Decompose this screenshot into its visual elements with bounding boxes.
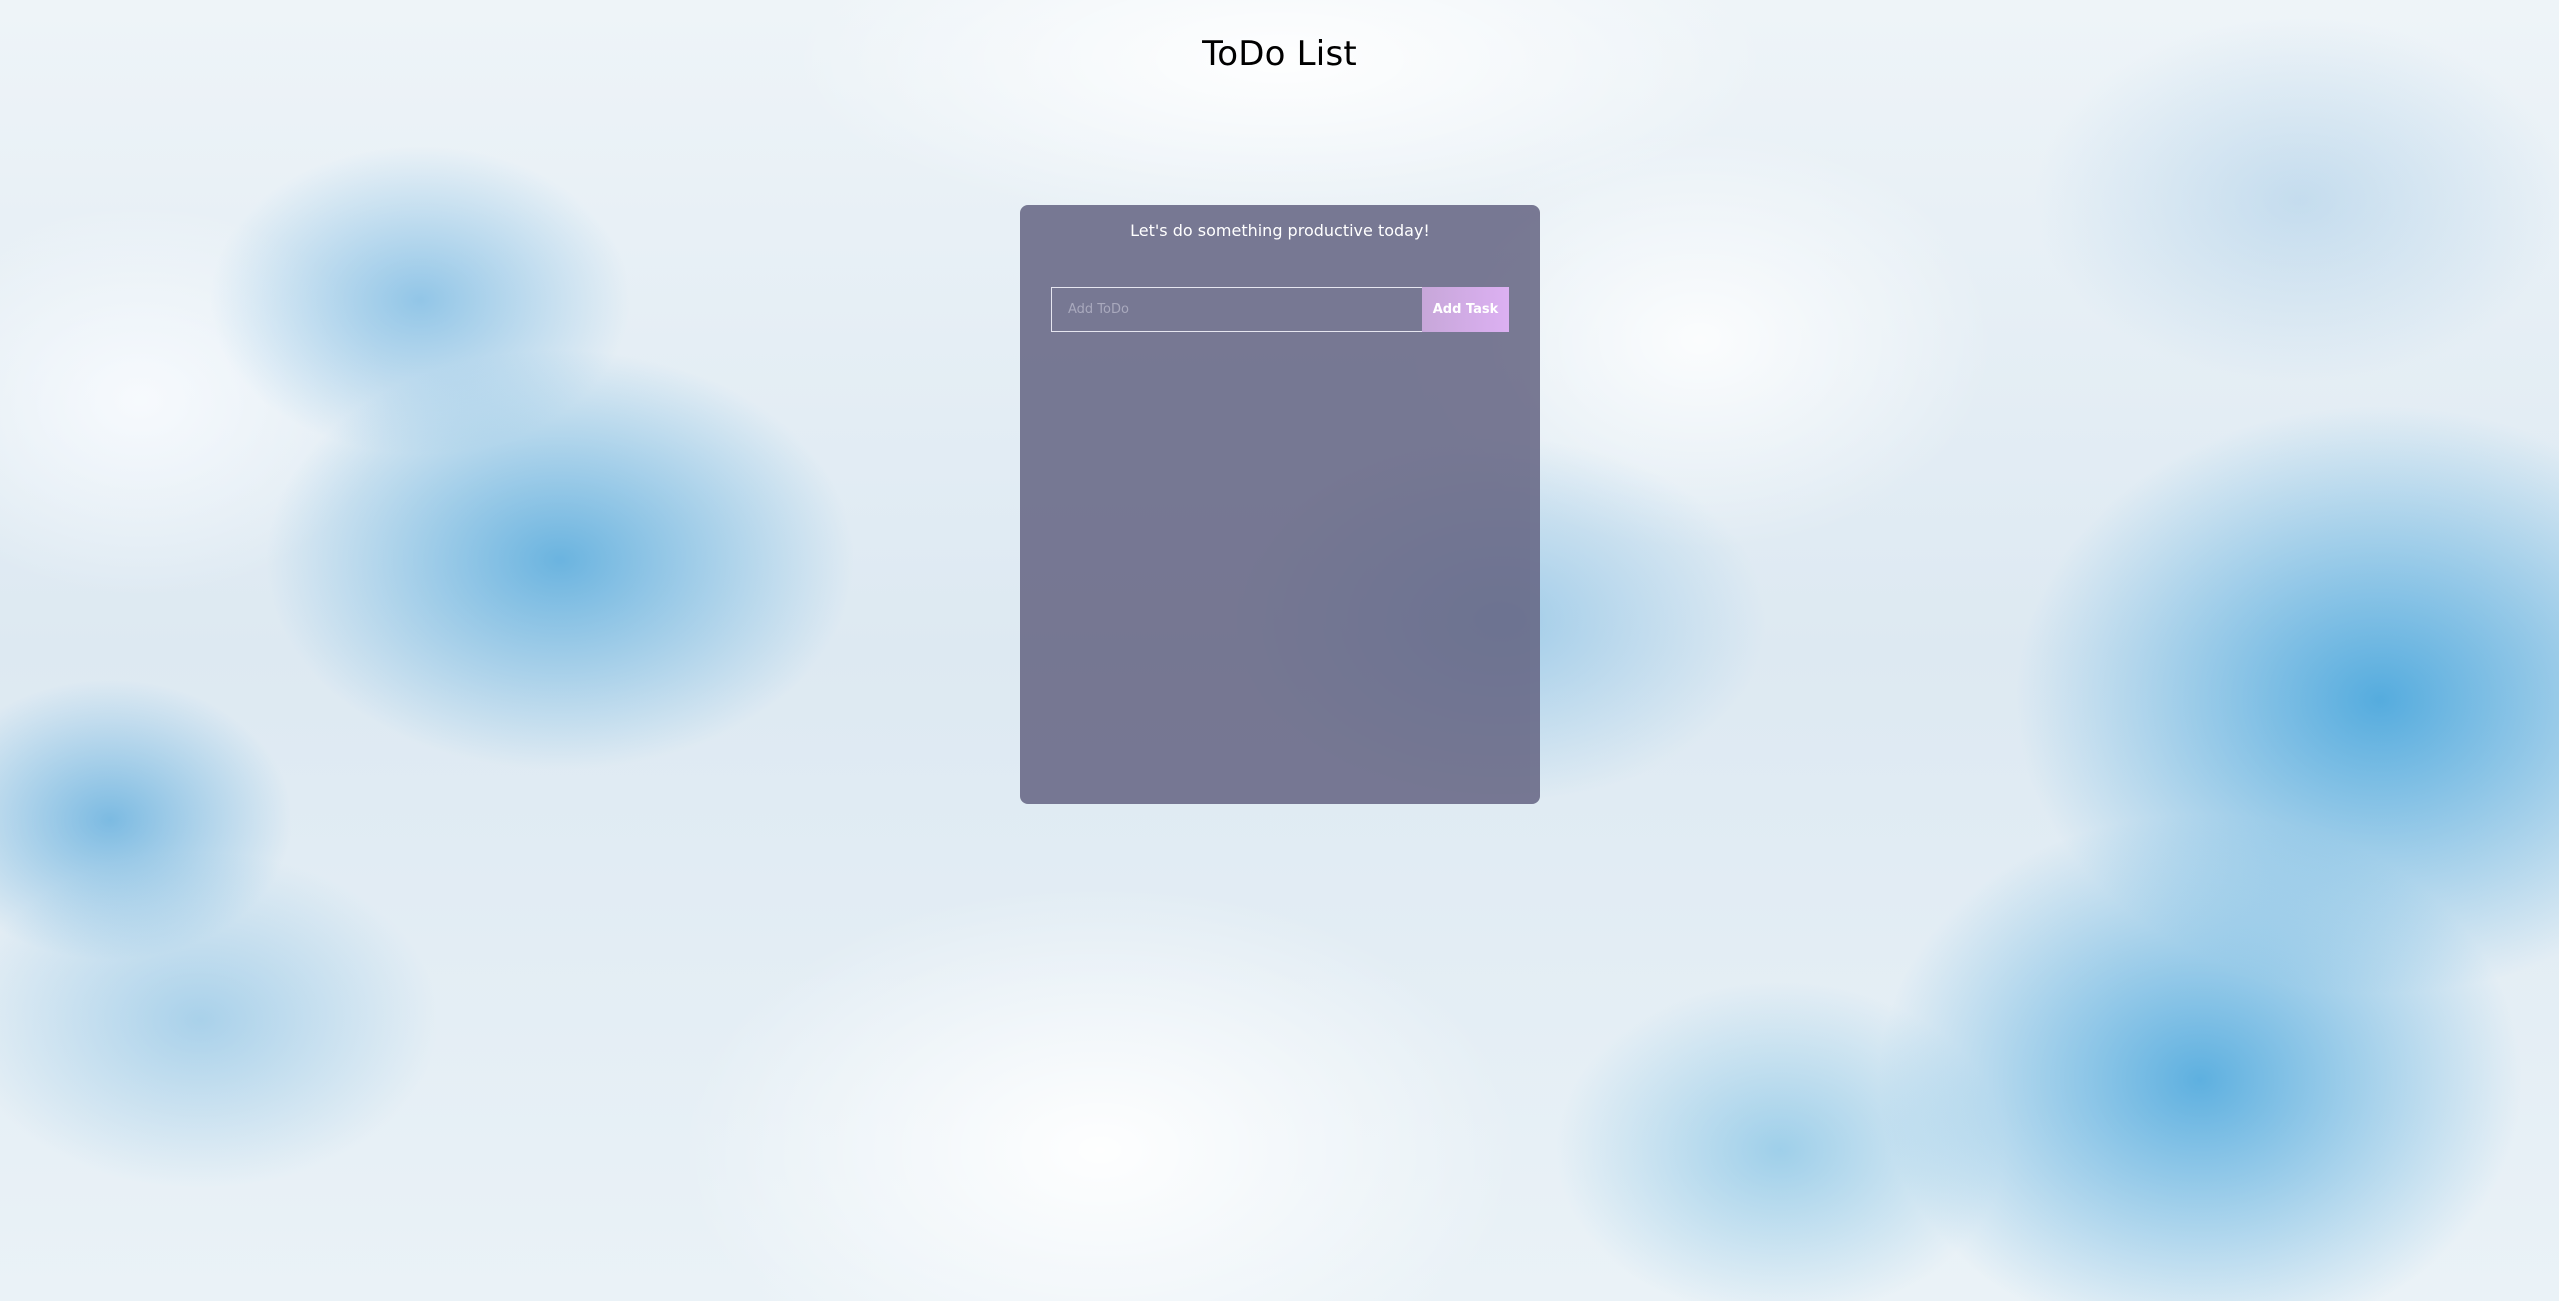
task-list	[1051, 350, 1509, 780]
add-task-button[interactable]: Add Task	[1422, 287, 1509, 332]
todo-input[interactable]	[1051, 287, 1422, 332]
todo-card: Let's do something productive today! Add…	[1020, 205, 1540, 804]
card-subtitle: Let's do something productive today!	[1130, 221, 1430, 240]
page-title: ToDo List	[1202, 34, 1357, 74]
add-task-form: Add Task	[1051, 287, 1509, 332]
